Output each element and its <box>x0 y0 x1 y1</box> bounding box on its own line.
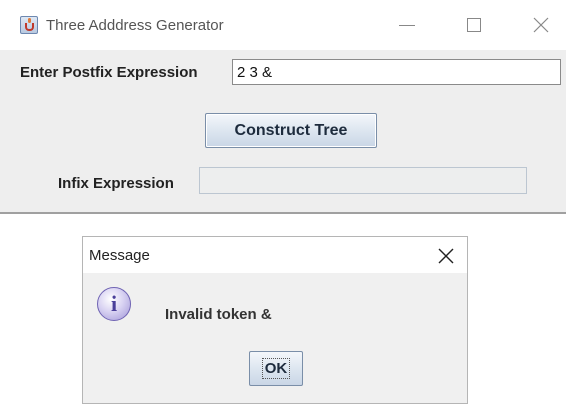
postfix-expression-input[interactable] <box>232 59 561 85</box>
main-window: Three Adddress Generator Enter Postfix E… <box>0 0 566 214</box>
postfix-expression-label: Enter Postfix Expression <box>20 64 198 81</box>
maximize-button[interactable] <box>458 8 492 42</box>
construct-tree-button[interactable]: Construct Tree <box>205 113 377 148</box>
window-titlebar[interactable]: Three Adddress Generator <box>0 0 566 50</box>
java-cup-icon <box>20 16 38 34</box>
ok-button[interactable]: OK <box>249 351 303 386</box>
minimize-button[interactable] <box>391 8 425 42</box>
dialog-title: Message <box>89 247 150 264</box>
maximize-icon <box>467 18 481 32</box>
dialog-close-button[interactable] <box>433 243 459 269</box>
infix-expression-label: Infix Expression <box>58 175 174 192</box>
infix-expression-field <box>199 167 527 194</box>
message-dialog: Message i Invalid token & OK <box>82 236 468 404</box>
minimize-icon <box>399 25 415 26</box>
close-icon <box>438 248 454 264</box>
dialog-titlebar[interactable]: Message <box>83 237 467 273</box>
close-icon <box>533 17 549 33</box>
close-button[interactable] <box>524 8 558 42</box>
info-icon: i <box>97 287 131 321</box>
dialog-message: Invalid token & <box>165 306 272 323</box>
ok-button-label: OK <box>261 358 291 379</box>
window-title: Three Adddress Generator <box>46 17 224 34</box>
